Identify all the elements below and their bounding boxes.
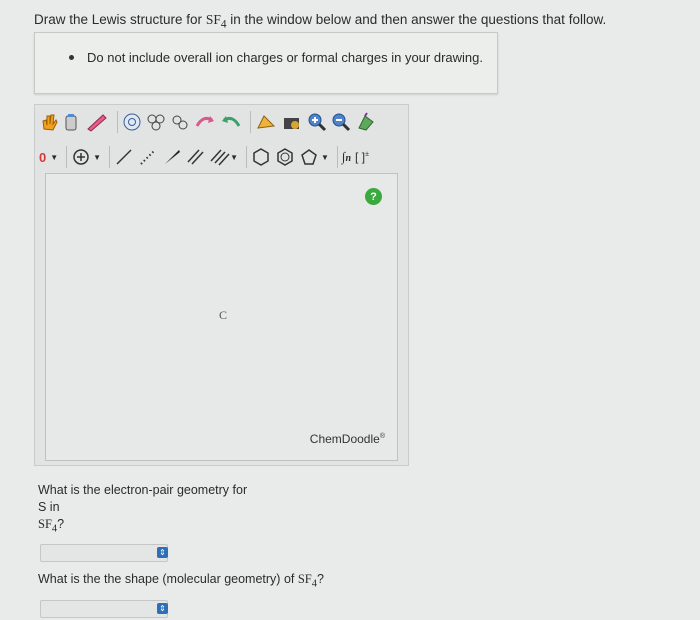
hexagon-icon[interactable] xyxy=(251,146,271,168)
toolbar-divider xyxy=(109,146,111,168)
chevron-down-icon: ▼ xyxy=(230,152,238,162)
single-bond-icon[interactable] xyxy=(114,146,134,168)
q1-formula: SF xyxy=(38,517,52,531)
prompt-formula: SF xyxy=(205,12,221,27)
pencil-icon[interactable] xyxy=(85,111,109,133)
molecular-geometry-select[interactable]: ⇕ xyxy=(40,600,168,618)
hand-icon[interactable] xyxy=(39,111,59,133)
select-arrow-icon: ⇕ xyxy=(157,603,168,614)
ring-template-icon[interactable] xyxy=(122,111,142,133)
bracket-icon[interactable]: [ ]± xyxy=(355,146,369,168)
pentagon-icon[interactable]: ▼ xyxy=(299,146,329,168)
chevron-down-icon: ▼ xyxy=(50,152,59,162)
q1-line1: What is the electron-pair geometry for xyxy=(38,483,248,497)
toolbar-divider xyxy=(250,111,251,133)
toolbar-divider xyxy=(66,146,68,168)
instruction-text: Do not include overall ion charges or fo… xyxy=(87,50,483,65)
select-arrow-icon: ⇕ xyxy=(157,547,168,558)
q1-line2: S in xyxy=(38,500,60,514)
carbon-atom-label[interactable]: C xyxy=(219,308,227,323)
drawing-canvas[interactable]: C ? ChemDoodle® xyxy=(45,173,398,461)
plus-charge-icon[interactable]: ▼ xyxy=(71,146,101,168)
chevron-down-icon: ▼ xyxy=(93,152,102,162)
zoom-out-icon[interactable] xyxy=(331,111,351,133)
electron-pair-geometry-select[interactable]: ⇕ xyxy=(40,544,168,562)
help-label: ? xyxy=(370,190,377,203)
undo-icon[interactable] xyxy=(194,111,216,133)
question-molecular-geometry: What is the the shape (molecular geometr… xyxy=(38,572,324,590)
prompt-text-end: in the window below and then answer the … xyxy=(226,12,607,27)
prompt-text: Draw the Lewis structure for xyxy=(34,12,206,27)
q1-suffix: ? xyxy=(57,517,65,531)
triple-bond-icon[interactable]: ▼ xyxy=(210,146,238,168)
toolbar-divider xyxy=(336,146,338,168)
benzene-icon[interactable] xyxy=(275,146,295,168)
help-icon[interactable]: ? xyxy=(365,188,382,205)
q2-suffix: ? xyxy=(316,572,324,586)
instruction-box: Do not include overall ion charges or fo… xyxy=(34,32,498,94)
brand-text: ChemDoodle xyxy=(309,432,380,446)
double-bond-icon[interactable] xyxy=(186,146,206,168)
flip-icon[interactable] xyxy=(355,111,377,133)
chevron-down-icon: ▼ xyxy=(321,152,329,162)
open-icon[interactable] xyxy=(281,111,303,133)
transform-icon[interactable] xyxy=(170,111,190,133)
redo-icon[interactable] xyxy=(220,111,242,133)
chemdoodle-logo: ChemDoodle® xyxy=(310,432,385,446)
chemdoodle-editor: 0 ▼ ▼ ▼ ▼ ∫n [ ]± C ? ChemDoodle® xyxy=(34,104,409,466)
registered-mark: ® xyxy=(379,433,385,440)
zoom-in-icon[interactable] xyxy=(307,111,327,133)
sn-icon[interactable]: ∫n xyxy=(342,146,351,168)
eraser-icon[interactable] xyxy=(63,111,81,133)
question-prompt: Draw the Lewis structure for SF4 in the … xyxy=(34,12,606,31)
bullet-icon xyxy=(69,55,74,60)
clean-icon[interactable] xyxy=(255,111,277,133)
toolbar-top xyxy=(39,108,381,136)
dashed-bond-icon[interactable] xyxy=(138,146,158,168)
wedge-bond-icon[interactable] xyxy=(162,146,182,168)
copy-icon[interactable] xyxy=(146,111,166,133)
charge-value: 0 xyxy=(39,149,47,165)
charge-dropdown[interactable]: 0 ▼ xyxy=(39,146,58,168)
toolbar-divider xyxy=(246,146,247,168)
toolbar-bottom: 0 ▼ ▼ ▼ ▼ ∫n [ ]± xyxy=(39,143,373,171)
q2-formula: SF xyxy=(297,572,312,586)
question-electron-pair: What is the electron-pair geometry for S… xyxy=(38,482,247,538)
q2-text: What is the the shape (molecular geometr… xyxy=(38,572,298,586)
toolbar-divider xyxy=(117,111,118,133)
